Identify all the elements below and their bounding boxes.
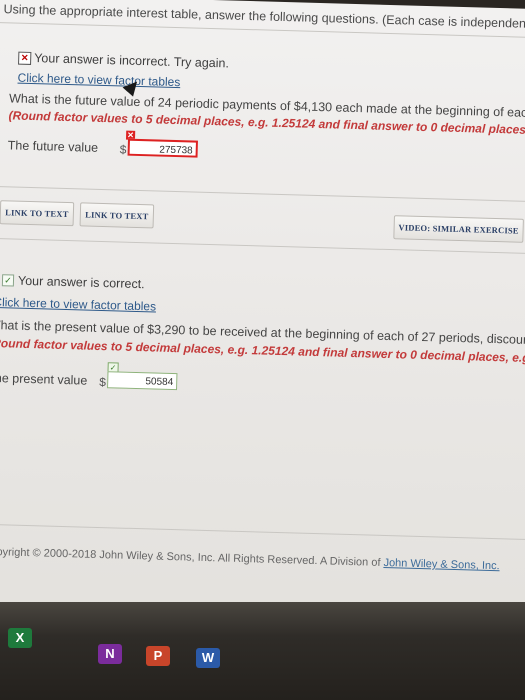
divider <box>0 523 525 541</box>
factor-tables-link[interactable]: Click here to view factor tables <box>0 295 156 314</box>
factor-tables-link[interactable]: Click here to view factor tables <box>17 71 180 90</box>
incorrect-status: Your answer is incorrect. Try again. <box>34 51 230 71</box>
onenote-icon[interactable]: N <box>98 644 122 664</box>
browser-page: Using the appropriate interest table, an… <box>0 0 525 642</box>
check-mark-icon: ✓ <box>1 274 15 287</box>
present-value-input[interactable]: 50584 <box>107 371 178 391</box>
company-link[interactable]: John Wiley & Sons, Inc. <box>383 557 499 572</box>
taskbar: X N P W <box>0 602 525 700</box>
copyright-footer: Copyright © 2000-2018 John Wiley & Sons,… <box>0 546 500 572</box>
x-mark-icon: ✕ <box>18 51 32 65</box>
future-value-label: The future value <box>7 138 99 155</box>
video-similar-exercise-button[interactable]: VIDEO: SIMILAR EXERCISE <box>393 215 524 243</box>
divider <box>0 185 525 203</box>
link-to-text-button[interactable]: LINK TO TEXT <box>79 202 155 229</box>
currency-symbol: $ <box>119 142 127 157</box>
future-value-input[interactable]: 275738 <box>127 138 198 158</box>
currency-symbol: $ <box>99 374 107 390</box>
correct-status: Your answer is correct. <box>17 273 145 292</box>
copyright-text: Copyright © 2000-2018 John Wiley & Sons,… <box>0 545 381 569</box>
word-icon[interactable]: W <box>196 648 220 668</box>
powerpoint-icon[interactable]: P <box>146 646 170 666</box>
excel-icon[interactable]: X <box>8 628 32 648</box>
link-to-text-button[interactable]: LINK TO TEXT <box>0 200 75 227</box>
present-value-label: The present value <box>0 370 88 388</box>
